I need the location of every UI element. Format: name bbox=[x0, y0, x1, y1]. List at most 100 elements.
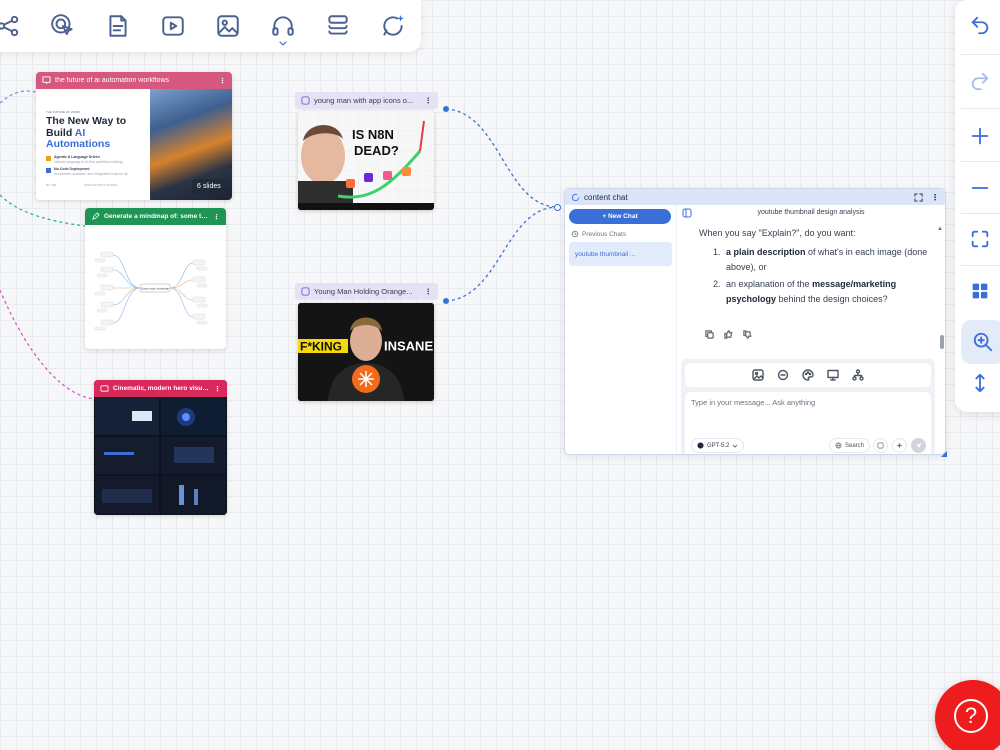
more-menu-icon[interactable]: ⋮ bbox=[214, 385, 221, 393]
sparkle-icon bbox=[896, 442, 903, 449]
slide-title: The New Way to Build AI Automations bbox=[46, 115, 127, 150]
message-input[interactable] bbox=[691, 398, 921, 428]
thumbnail-n8n-graphic: IS N8N DEAD? bbox=[298, 111, 434, 210]
chat-sparkle-icon bbox=[383, 15, 405, 36]
send-button[interactable] bbox=[911, 438, 926, 453]
tool-document[interactable] bbox=[90, 0, 145, 52]
top-toolbar bbox=[0, 0, 421, 52]
tool-image[interactable] bbox=[201, 0, 256, 52]
redo-icon bbox=[971, 72, 989, 91]
message-intro: When you say "Explain?", do you want: bbox=[699, 228, 856, 238]
zoom-in-button[interactable] bbox=[955, 111, 1000, 161]
web-search-toggle[interactable]: Search bbox=[829, 438, 871, 453]
tool-video[interactable] bbox=[145, 0, 200, 52]
tool-share[interactable] bbox=[0, 0, 35, 52]
fit-screen-button[interactable] bbox=[955, 214, 1000, 264]
help-button[interactable]: ? bbox=[935, 680, 1000, 750]
thumbs-down-icon[interactable] bbox=[743, 330, 752, 339]
palette-icon[interactable] bbox=[802, 369, 814, 381]
thumb1-title: young man with app icons o... bbox=[314, 96, 414, 105]
message-option-1: a plain description of what's in each im… bbox=[723, 245, 939, 275]
share-icon bbox=[0, 15, 18, 37]
chat-bubble-icon[interactable] bbox=[777, 369, 789, 381]
mindmap-diagram: Some topic mindmap bbox=[94, 251, 208, 331]
thumb1-headline-2: DEAD? bbox=[354, 143, 399, 158]
chat-resize-handle[interactable] bbox=[941, 451, 947, 457]
chat-input-port[interactable] bbox=[554, 204, 561, 211]
chevron-down-icon bbox=[279, 41, 287, 46]
model-selector[interactable]: GPT-5.2 bbox=[691, 438, 745, 453]
mindmap-node[interactable]: Generate a mindmap of: some topic ⋮ Some… bbox=[85, 208, 226, 349]
slides-count-badge: 6 slides bbox=[192, 179, 226, 194]
undo-icon bbox=[971, 16, 989, 35]
presentation-icon[interactable] bbox=[827, 369, 839, 381]
previous-chat-item[interactable]: youtube thumbnail ... bbox=[569, 242, 672, 266]
hero-node-title: Cinematic, modern hero visual... bbox=[113, 385, 210, 392]
grid-view-button[interactable] bbox=[955, 266, 1000, 316]
chat-scrollbar[interactable] bbox=[940, 335, 944, 349]
chat-conversation: youtube thumbnail design analysis ▲ When… bbox=[677, 205, 945, 454]
pen-icon bbox=[92, 212, 100, 220]
slide-bullet-1: Agentic & Language Driven Natural langua… bbox=[46, 155, 122, 164]
prompt-icon bbox=[877, 442, 884, 449]
image-icon bbox=[301, 96, 310, 105]
chevron-down-icon bbox=[732, 444, 738, 448]
hero-node-header[interactable]: Cinematic, modern hero visual... ⋮ bbox=[94, 380, 227, 397]
vertical-resize-button[interactable] bbox=[955, 358, 1000, 408]
more-menu-icon[interactable]: ⋮ bbox=[213, 213, 220, 221]
send-icon bbox=[915, 442, 922, 449]
thumb2-title: Young Man Holding Orange... bbox=[314, 287, 413, 296]
zoom-out-button[interactable] bbox=[955, 163, 1000, 213]
thumb1-image[interactable]: IS N8N DEAD? bbox=[298, 111, 434, 210]
message-actions bbox=[705, 330, 752, 339]
question-icon: ? bbox=[954, 699, 988, 733]
thumbs-up-icon[interactable] bbox=[724, 330, 733, 339]
slides-node-header[interactable]: the future of ai automation workflows ⋮ bbox=[36, 72, 232, 89]
more-menu-icon[interactable]: ⋮ bbox=[219, 77, 226, 85]
redo-button[interactable] bbox=[955, 56, 1000, 106]
more-menu-icon[interactable]: ⋮ bbox=[425, 287, 433, 296]
tool-audio[interactable] bbox=[256, 0, 311, 52]
thumb1-output-port[interactable] bbox=[443, 106, 449, 112]
mindmap-node-title: Generate a mindmap of: some topic bbox=[104, 213, 209, 220]
tool-target-click[interactable] bbox=[35, 0, 90, 52]
thumb1-header[interactable]: young man with app icons o... ⋮ bbox=[295, 92, 438, 109]
new-chat-button[interactable]: + New Chat bbox=[569, 209, 671, 224]
slide-footer-left: BY: AIR bbox=[46, 183, 57, 187]
mindmap-node-header[interactable]: Generate a mindmap of: some topic ⋮ bbox=[85, 208, 226, 225]
expand-icon[interactable] bbox=[914, 192, 923, 202]
chat-sidebar: + New Chat Previous Chats youtube thumbn… bbox=[565, 205, 677, 454]
tool-ai-chat[interactable] bbox=[366, 0, 421, 52]
image-icon bbox=[217, 15, 239, 37]
chat-header[interactable]: content chat ⋮ bbox=[565, 189, 945, 205]
thumb1-headline-1: IS N8N bbox=[352, 127, 394, 142]
slides-node[interactable]: the future of ai automation workflows ⋮ … bbox=[36, 72, 232, 200]
hero-visual-grid bbox=[94, 397, 227, 515]
image-icon bbox=[301, 287, 310, 296]
layers-icon bbox=[328, 15, 348, 35]
assistant-message: When you say "Explain?", do you want: a … bbox=[699, 226, 939, 309]
content-chat-window: content chat ⋮ + New Chat Previous Chats… bbox=[564, 188, 946, 455]
thumb2-header[interactable]: Young Man Holding Orange... ⋮ bbox=[295, 283, 438, 300]
undo-button[interactable] bbox=[955, 0, 1000, 50]
grid-icon bbox=[972, 283, 988, 299]
thumb2-text-right: INSANE bbox=[384, 339, 433, 354]
copy-icon[interactable] bbox=[705, 330, 714, 339]
hero-visual-node[interactable]: Cinematic, modern hero visual... ⋮ bbox=[94, 380, 227, 515]
conversation-title: youtube thumbnail design analysis bbox=[757, 209, 865, 216]
right-control-rail bbox=[955, 0, 1000, 412]
prompt-library-button[interactable] bbox=[873, 438, 888, 453]
more-menu-icon[interactable]: ⋮ bbox=[931, 193, 939, 202]
thumb2-text-left: F*KING bbox=[300, 340, 342, 354]
image-icon[interactable] bbox=[752, 369, 764, 381]
thumb2-output-port[interactable] bbox=[443, 298, 449, 304]
tool-layers[interactable] bbox=[311, 0, 366, 52]
hierarchy-icon[interactable] bbox=[852, 369, 864, 381]
thumb2-image[interactable]: F*KING INSANE bbox=[298, 303, 434, 401]
message-composer: GPT-5.2 Search bbox=[681, 359, 935, 454]
slide-eyebrow: THE FUTURE OF WORK bbox=[46, 110, 81, 114]
enhance-button[interactable] bbox=[892, 438, 907, 453]
more-menu-icon[interactable]: ⋮ bbox=[425, 96, 433, 105]
message-option-2: an explanation of the message/marketing … bbox=[723, 277, 939, 307]
slide-footer-mid: INNOVATION SYSTEMS bbox=[84, 183, 118, 187]
